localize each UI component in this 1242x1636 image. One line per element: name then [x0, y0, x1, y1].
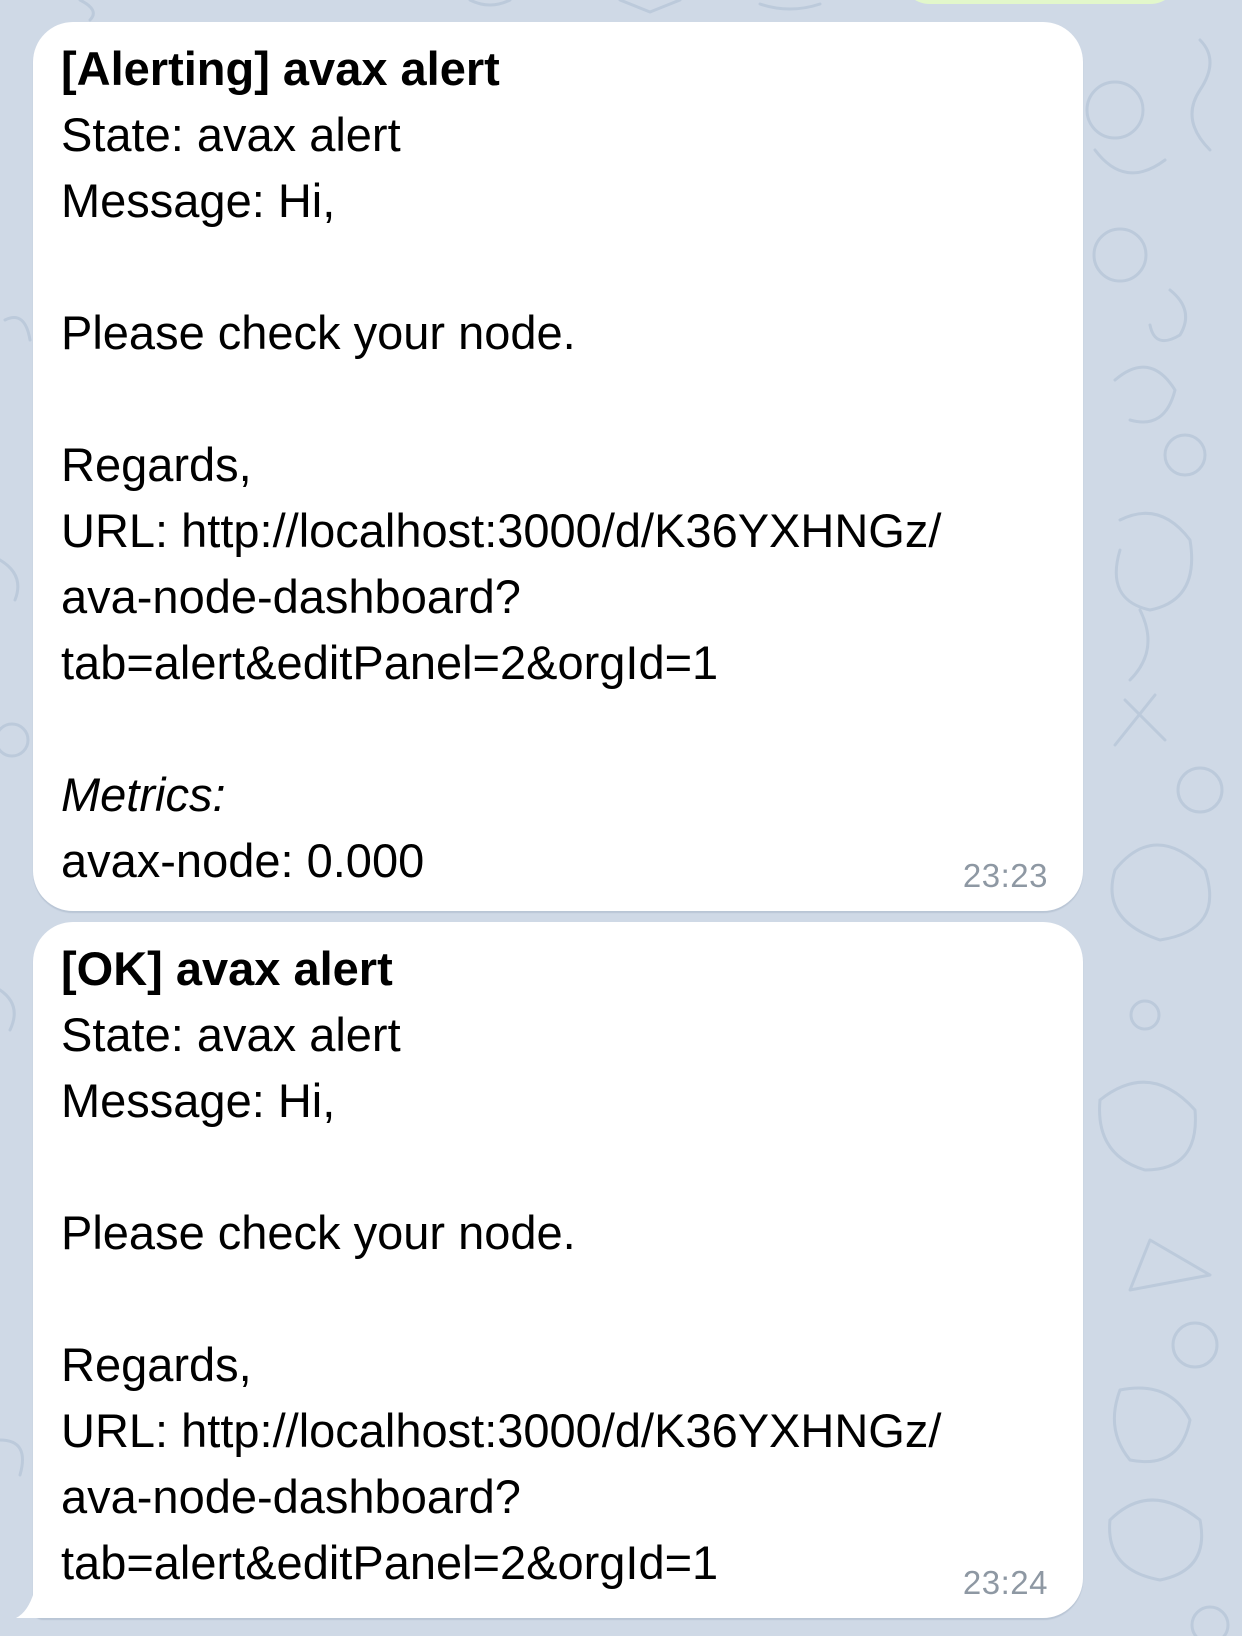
message-url-line-2: ava-node-dashboard? — [61, 570, 521, 623]
message-url-line-1: URL: http://localhost:3000/d/K36YXHNGz/ — [61, 504, 942, 557]
message-greeting: Message: Hi, — [61, 174, 336, 227]
message-list[interactable]: [Alerting] avax alert State: avax alert … — [0, 0, 1242, 1636]
message-url-line-1: URL: http://localhost:3000/d/K36YXHNGz/ — [61, 1404, 942, 1457]
bubble-tail — [16, 1592, 54, 1618]
message-body: Please check your node. — [61, 306, 576, 359]
message-greeting: Message: Hi, — [61, 1074, 336, 1127]
message-title: [OK] avax alert — [61, 942, 393, 995]
message-title: [Alerting] avax alert — [61, 42, 500, 95]
message-state: State: avax alert — [61, 1008, 401, 1061]
message-state: State: avax alert — [61, 108, 401, 161]
message-url-line-2: ava-node-dashboard? — [61, 1470, 521, 1523]
metrics-label: Metrics: — [61, 768, 226, 821]
message-timestamp: 23:24 — [962, 1564, 1048, 1601]
message-regards: Regards, — [61, 1338, 252, 1391]
message-url-line-3: tab=alert&editPanel=2&orgId=1 — [61, 636, 719, 689]
message-url-line-3: tab=alert&editPanel=2&orgId=1 — [61, 1536, 719, 1589]
message-body: Please check your node. — [61, 1206, 576, 1259]
message-bubble-alerting[interactable]: [Alerting] avax alert State: avax alert … — [33, 22, 1083, 911]
metrics-value: avax-node: 0.000 — [61, 834, 425, 887]
message-bubble-ok[interactable]: [OK] avax alert State: avax alert Messag… — [33, 922, 1083, 1618]
message-regards: Regards, — [61, 438, 252, 491]
message-timestamp: 23:23 — [962, 857, 1048, 894]
